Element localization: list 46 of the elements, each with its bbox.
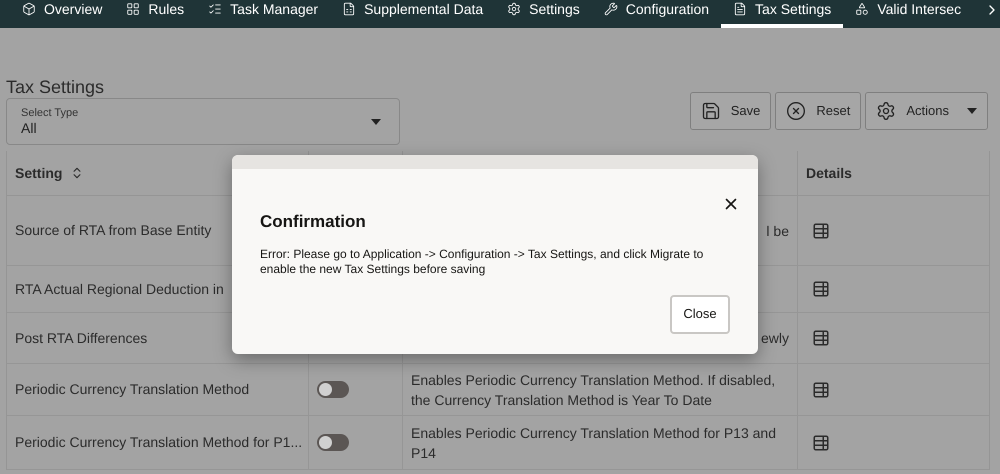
toggle-switch[interactable] (317, 434, 349, 451)
settings-icon (876, 101, 896, 121)
nav-tab[interactable]: Configuration (592, 0, 722, 28)
shapes-icon (855, 2, 870, 16)
setting-description: Enables Periodic Currency Translation Method. If disabled, the Currency Translation Method is Year To Date (411, 370, 776, 410)
close-button[interactable]: Close (670, 294, 730, 334)
caret-down-icon (967, 108, 977, 114)
nav-tab[interactable]: Settings (495, 0, 592, 28)
wrench-icon (604, 2, 618, 16)
select-type-field[interactable]: Select Type All (6, 98, 400, 145)
setting-description: l be (766, 222, 789, 240)
setting-name: Post RTA Differences (15, 328, 148, 348)
cube-icon (22, 2, 36, 16)
spreadsheet-icon (342, 2, 356, 16)
setting-name: RTA Actual Regional Deduction in (15, 280, 224, 299)
setting-name: Periodic Currency Translation Method (15, 380, 250, 399)
setting-name: Source of RTA from Base Entity (15, 221, 212, 240)
caret-down-icon (371, 119, 381, 125)
setting-description: Enables Periodic Currency Translation Method for P13 and P14 (411, 424, 777, 462)
nav-tab[interactable]: Overview (10, 0, 114, 28)
details-icon[interactable] (812, 280, 830, 298)
nav-tab[interactable]: Rules (114, 0, 196, 28)
settings-icon (507, 2, 522, 16)
dialog-title: Confirmation (260, 211, 366, 233)
toolbar-button[interactable]: Save (690, 92, 772, 130)
nav-tab[interactable]: Supplemental Data (330, 0, 496, 28)
setting-description: ewly (760, 329, 789, 348)
details-icon[interactable] (812, 434, 830, 452)
toolbar-button[interactable]: Reset (775, 92, 862, 130)
nav-tab[interactable]: Task Manager (196, 0, 330, 28)
dialog-message: Error: Please go to Application -> Configuration -> Tax Settings, and click Migrate to enable the new Tax Settings before saving (260, 246, 704, 276)
document-icon (733, 2, 748, 16)
page-title: Tax Settings (6, 76, 106, 98)
toggle-switch[interactable] (317, 381, 349, 398)
details-icon[interactable] (812, 380, 830, 398)
nav-tab[interactable]: Valid Intersec (843, 0, 974, 28)
save-icon (700, 101, 721, 121)
setting-name: Periodic Currency Translation Method for P1... (15, 433, 302, 452)
circle-x-icon (786, 101, 806, 121)
details-icon[interactable] (812, 329, 830, 347)
nav-tab[interactable]: Tax Settings (721, 0, 844, 28)
toolbar-button[interactable]: Actions (865, 92, 988, 130)
grid-icon (126, 2, 140, 16)
checklist-icon (208, 2, 222, 16)
details-icon[interactable] (812, 222, 830, 240)
column-header: Details (805, 164, 853, 182)
